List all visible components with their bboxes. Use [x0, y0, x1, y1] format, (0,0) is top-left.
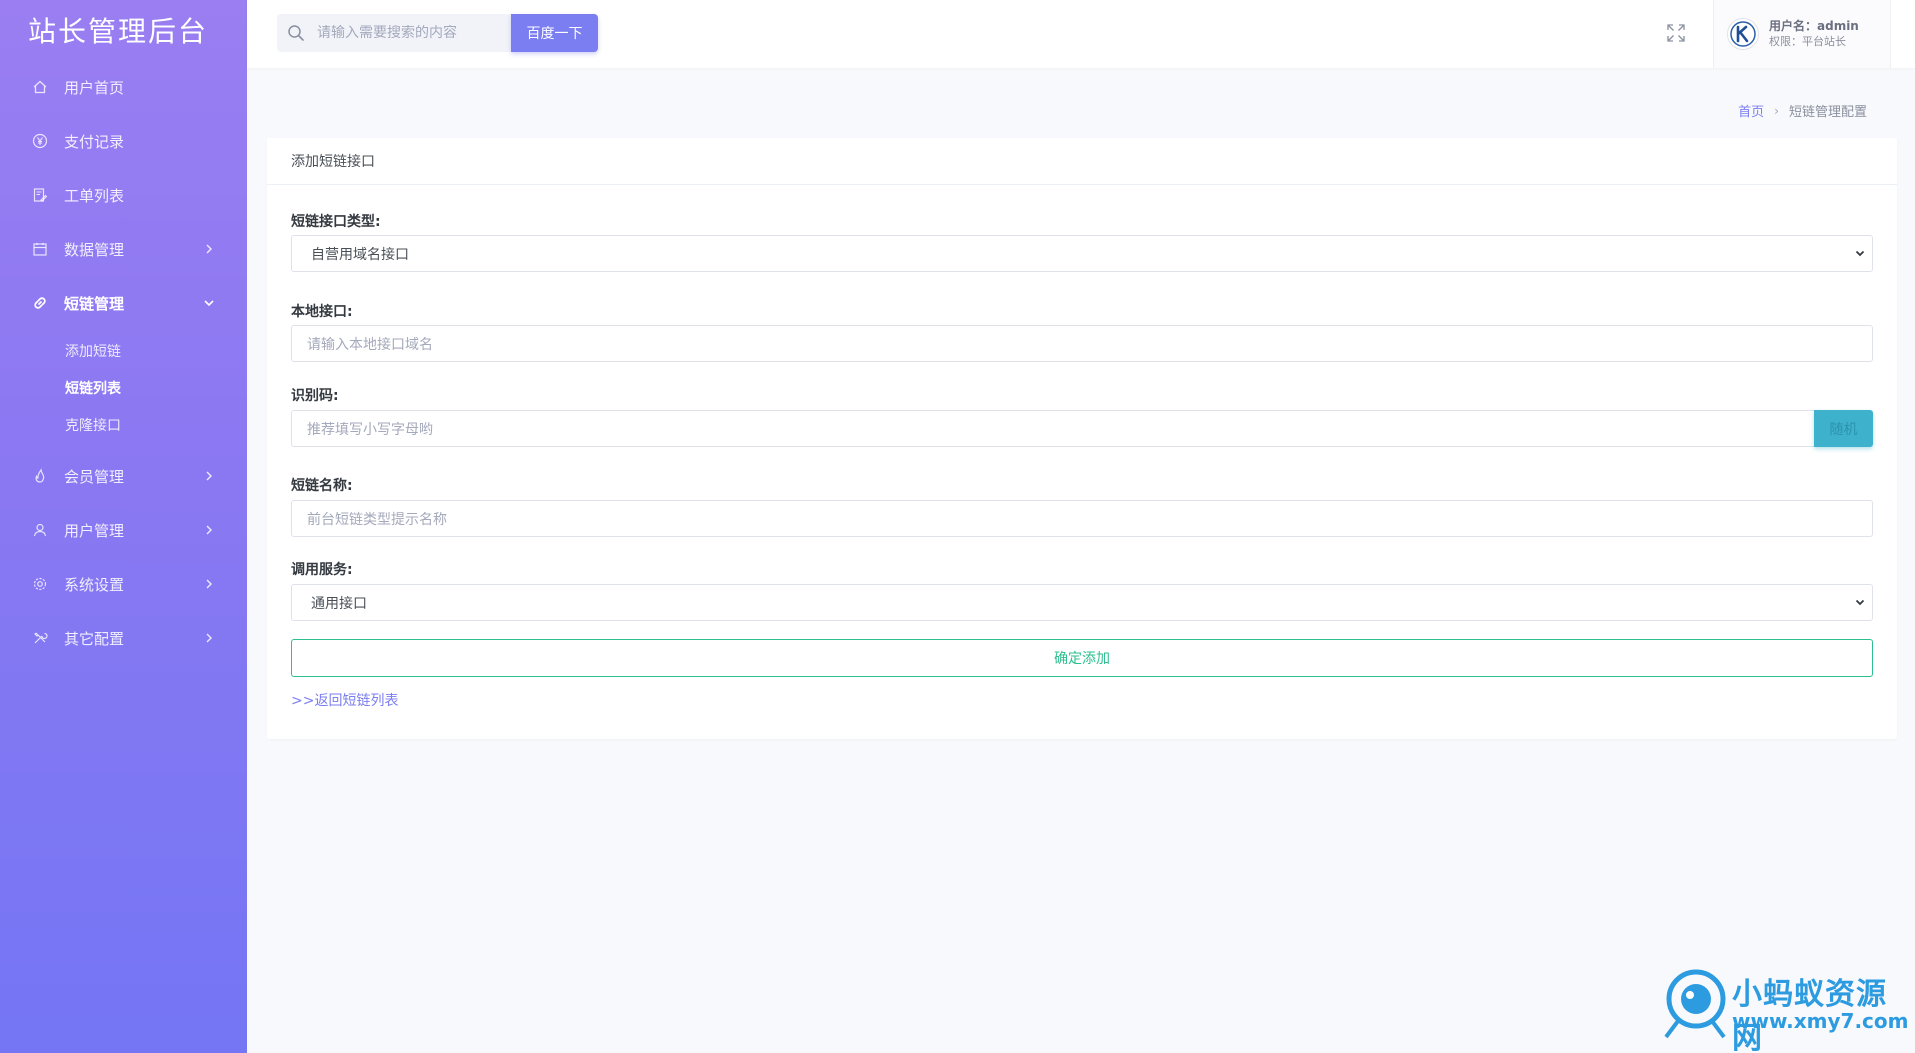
sidebar-item-payments[interactable]: 支付记录 [0, 114, 247, 168]
local-label: 本地接口: [291, 304, 353, 320]
user-menu[interactable]: 用户名：admin 权限：平台站长 [1713, 0, 1891, 68]
sidebar: 站长管理后台 用户首页 支付记录 工单列表 数据管理 短链管理 添加短链 短链列… [0, 0, 247, 1053]
name-input[interactable]: 前台短链类型提示名称 [291, 500, 1873, 537]
sidebar-item-user-home[interactable]: 用户首页 [0, 60, 247, 114]
confirm-add-button[interactable]: 确定添加 [291, 639, 1873, 677]
code-label: 识别码: [291, 388, 339, 404]
user-icon [30, 520, 50, 540]
chevron-down-icon [203, 297, 215, 309]
chevron-down-icon [1854, 247, 1866, 259]
card-title: 添加短链接口 [267, 138, 1897, 185]
user-info: 用户名：admin 权限：平台站长 [1769, 18, 1859, 50]
brand-title: 站长管理后台 [28, 15, 209, 48]
search-input[interactable] [317, 25, 497, 41]
tools-icon [30, 628, 50, 648]
service-select-value: 通用接口 [311, 595, 367, 612]
submenu-item-clone-api[interactable]: 克隆接口 [0, 406, 247, 443]
topbar: 百度一下 用户名：admin 权限：平台站长 [247, 0, 1915, 68]
avatar [1727, 18, 1759, 50]
sidebar-submenu-wrap: 添加短链 短链列表 克隆接口 [0, 330, 247, 449]
edit-doc-icon [30, 185, 50, 205]
sidebar-item-label: 系统设置 [64, 575, 125, 594]
sidebar-item-other-config[interactable]: 其它配置 [0, 611, 247, 665]
add-shortlink-card: 添加短链接口 短链接口类型: 自营用域名接口 本地接口: 请输入本地接口域名 识… [267, 138, 1897, 739]
sidebar-item-label: 用户首页 [64, 78, 125, 97]
name-label: 短链名称: [291, 478, 353, 494]
fire-icon [30, 466, 50, 486]
link-icon [30, 293, 50, 313]
breadcrumb-current: 短链管理配置 [1788, 105, 1867, 120]
sidebar-item-settings[interactable]: 系统设置 [0, 557, 247, 611]
sidebar-item-label: 会员管理 [64, 467, 125, 486]
type-label: 短链接口类型: [291, 214, 381, 230]
type-select[interactable]: 自营用域名接口 [291, 235, 1873, 272]
sidebar-submenu: 添加短链 短链列表 克隆接口 [0, 330, 247, 449]
watermark: 小蚂蚁资源网 www.xmy7.com [1660, 965, 1910, 1053]
chevron-right-icon [203, 578, 215, 590]
chevron-down-icon [1854, 596, 1866, 608]
home-icon [30, 77, 50, 97]
breadcrumb: 首页 › 短链管理配置 [1738, 101, 1867, 121]
watermark-url: www.xmy7.com [1732, 1009, 1909, 1033]
fullscreen-icon[interactable] [1665, 22, 1687, 44]
ant-logo-icon [1660, 965, 1734, 1047]
sidebar-item-label: 支付记录 [64, 132, 125, 151]
sidebar-item-members[interactable]: 会员管理 [0, 449, 247, 503]
user-role: 权限：平台站长 [1769, 35, 1846, 48]
submenu-item-shortlink-list[interactable]: 短链列表 [0, 369, 247, 406]
sidebar-item-data[interactable]: 数据管理 [0, 222, 247, 276]
chevron-right-icon [203, 243, 215, 255]
sidebar-item-label: 短链管理 [64, 294, 125, 313]
breadcrumb-separator: › [1774, 103, 1779, 118]
calendar-icon [30, 239, 50, 259]
sidebar-item-label: 其它配置 [64, 629, 125, 648]
sidebar-item-label: 工单列表 [64, 186, 125, 205]
user-name: 用户名：admin [1769, 19, 1859, 33]
service-label: 调用服务: [291, 562, 353, 578]
yen-icon [30, 131, 50, 151]
service-select[interactable]: 通用接口 [291, 584, 1873, 621]
sidebar-item-label: 数据管理 [64, 240, 125, 259]
submenu-item-add-shortlink[interactable]: 添加短链 [0, 332, 247, 369]
chevron-right-icon [203, 632, 215, 644]
type-select-value: 自营用域名接口 [311, 246, 409, 263]
search-icon [287, 22, 309, 44]
sidebar-item-users[interactable]: 用户管理 [0, 503, 247, 557]
sidebar-item-shortlink[interactable]: 短链管理 [0, 276, 247, 330]
gear-icon [30, 574, 50, 594]
search-button[interactable]: 百度一下 [511, 14, 598, 52]
code-input[interactable]: 推荐填写小写字母哟 [291, 410, 1816, 447]
local-input[interactable]: 请输入本地接口域名 [291, 325, 1873, 362]
sidebar-menu: 用户首页 支付记录 工单列表 数据管理 短链管理 添加短链 短链列表 克隆接口 … [0, 60, 247, 665]
random-button[interactable]: 随机 [1814, 410, 1873, 447]
breadcrumb-home[interactable]: 首页 [1738, 101, 1764, 120]
sidebar-item-tickets[interactable]: 工单列表 [0, 168, 247, 222]
search-box [277, 14, 511, 52]
chevron-right-icon [203, 470, 215, 482]
chevron-right-icon [203, 524, 215, 536]
sidebar-item-label: 用户管理 [64, 521, 125, 540]
back-to-list-link[interactable]: >>返回短链列表 [291, 690, 398, 710]
